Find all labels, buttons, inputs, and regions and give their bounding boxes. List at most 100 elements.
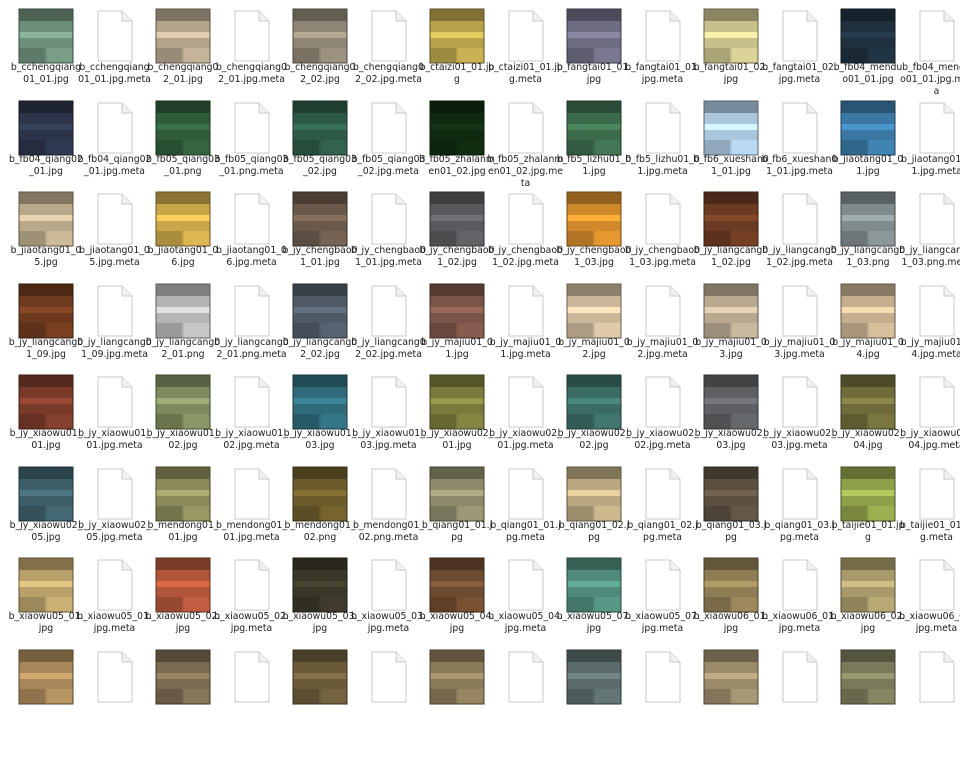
blank-document — [903, 96, 960, 156]
meta-file-item[interactable] — [81, 645, 149, 773]
file-name-label: b_qiang01_01.jpg — [419, 520, 495, 544]
document-icon — [635, 100, 691, 156]
file-name-label: b_ctaizi01_01.jpg — [419, 62, 495, 86]
meta-file-item[interactable] — [629, 645, 697, 773]
file-name-label: b_jy_xiaowu02_03.jpg.meta — [762, 428, 838, 452]
texture-thumbnail — [560, 462, 628, 522]
meta-file-item[interactable] — [903, 645, 960, 773]
texture-thumbnail — [697, 553, 765, 613]
file-name-label: b_jy_liangcang01_09.jpg.meta — [77, 337, 153, 361]
file-name-label: b_ctaizi01_01.jpg.meta — [488, 62, 564, 86]
texture-thumbnail — [286, 96, 354, 156]
texture-thumbnail — [423, 279, 491, 339]
texture-thumbnail-icon — [429, 649, 485, 705]
blank-document — [766, 279, 834, 339]
image-file-item[interactable] — [697, 645, 765, 773]
file-name-label: b_chengqiang02_02.jpg — [282, 62, 358, 86]
texture-thumbnail — [149, 370, 217, 430]
texture-thumbnail — [834, 4, 902, 64]
file-name-label: b_chengqiang02_02.jpg.meta — [351, 62, 427, 86]
file-name-label: b_jy_chengbao01_02.jpg.meta — [488, 245, 564, 269]
blank-document — [629, 4, 697, 64]
blank-document — [492, 553, 560, 613]
file-name-label: b_jy_majiu01_01.jpg — [419, 337, 495, 361]
texture-thumbnail — [697, 462, 765, 522]
meta-file-item[interactable] — [492, 645, 560, 773]
texture-thumbnail-icon — [18, 557, 74, 613]
meta-file-item[interactable] — [218, 645, 286, 773]
blank-document — [629, 553, 697, 613]
document-icon — [361, 100, 417, 156]
blank-document — [492, 187, 560, 247]
image-file-item[interactable] — [560, 645, 628, 773]
texture-thumbnail — [834, 279, 902, 339]
texture-thumbnail — [12, 279, 80, 339]
document-icon — [635, 649, 691, 705]
texture-thumbnail-icon — [292, 649, 348, 705]
texture-thumbnail — [697, 4, 765, 64]
document-icon — [498, 8, 554, 64]
meta-file-item[interactable] — [766, 645, 834, 773]
blank-document — [492, 96, 560, 156]
texture-thumbnail — [560, 279, 628, 339]
document-icon — [224, 374, 280, 430]
texture-thumbnail-icon — [703, 191, 759, 247]
texture-thumbnail — [149, 187, 217, 247]
texture-thumbnail-icon — [840, 283, 896, 339]
document-icon — [87, 466, 143, 522]
texture-thumbnail — [423, 4, 491, 64]
blank-document — [629, 187, 697, 247]
file-name-label: b_jy_chengbao01_03.jpg — [556, 245, 632, 269]
texture-thumbnail-icon — [18, 191, 74, 247]
texture-thumbnail — [560, 553, 628, 613]
document-icon — [361, 557, 417, 613]
texture-thumbnail-icon — [155, 8, 211, 64]
blank-document — [355, 279, 423, 339]
blank-document — [492, 279, 560, 339]
document-icon — [635, 191, 691, 247]
file-name-label: b_qiang01_03.jpg — [693, 520, 769, 544]
document-icon — [772, 649, 828, 705]
document-icon — [772, 374, 828, 430]
texture-thumbnail-icon — [292, 283, 348, 339]
file-name-label: b_jiaotang01_06.jpg — [145, 245, 221, 269]
texture-thumbnail-icon — [703, 466, 759, 522]
texture-thumbnail-icon — [429, 191, 485, 247]
file-name-label: b_jy_majiu01_02.jpg — [556, 337, 632, 361]
document-icon — [772, 8, 828, 64]
image-file-item[interactable] — [149, 645, 217, 773]
file-name-label: b_xiaowu05_02.jpg.meta — [214, 611, 290, 635]
document-icon — [498, 557, 554, 613]
image-file-item[interactable] — [834, 645, 902, 773]
meta-file-item[interactable] — [355, 645, 423, 773]
file-name-label: b_mendong01_01.jpg — [145, 520, 221, 544]
file-name-label: b_xiaowu06_02.jpg.meta — [899, 611, 960, 635]
blank-document — [629, 462, 697, 522]
document-icon — [909, 466, 960, 522]
blank-document — [629, 370, 697, 430]
file-name-label: b_fangtai01_02.jpg — [693, 62, 769, 86]
blank-document — [903, 462, 960, 522]
texture-thumbnail — [149, 96, 217, 156]
file-name-label: b_jy_liangcang02_02.jpg — [282, 337, 358, 361]
document-icon — [87, 283, 143, 339]
blank-document — [766, 370, 834, 430]
file-name-label: b_fangtai01_01.jpg.meta — [625, 62, 701, 86]
file-name-label: b_fb04_qiang02_01.jpg.meta — [77, 154, 153, 178]
image-file-item[interactable] — [423, 645, 491, 773]
blank-document — [218, 96, 286, 156]
texture-thumbnail — [286, 645, 354, 705]
texture-thumbnail-icon — [703, 283, 759, 339]
document-icon — [635, 557, 691, 613]
document-icon — [909, 100, 960, 156]
texture-thumbnail — [12, 96, 80, 156]
file-name-label: b_jy_liangcang02_02.jpg.meta — [351, 337, 427, 361]
blank-document — [766, 96, 834, 156]
file-name-label: b_jy_chengbao01_01.jpg — [282, 245, 358, 269]
texture-thumbnail-icon — [703, 374, 759, 430]
image-file-item[interactable] — [12, 645, 80, 773]
document-icon — [87, 100, 143, 156]
texture-thumbnail-icon — [840, 649, 896, 705]
image-file-item[interactable] — [286, 645, 354, 773]
document-icon — [361, 283, 417, 339]
